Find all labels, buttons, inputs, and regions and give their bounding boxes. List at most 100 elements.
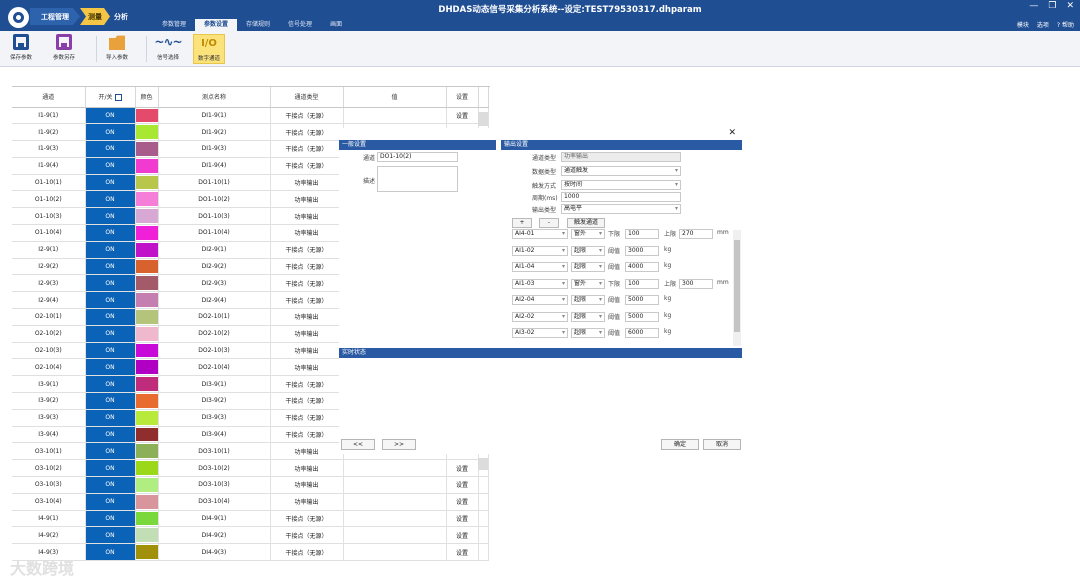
cell-settings[interactable]: 设置	[446, 493, 479, 511]
cell-toggle[interactable]: ON	[85, 476, 136, 494]
color-swatch[interactable]	[135, 545, 157, 560]
cell-toggle[interactable]: ON	[85, 291, 136, 310]
table-row[interactable]: I4-9(3) ON DI4-9(3) 干接点（无源） 设置	[12, 543, 489, 562]
color-swatch[interactable]	[135, 478, 157, 492]
rule-channel-select[interactable]: AI2-04	[512, 295, 568, 305]
rule-channel-select[interactable]: AI4-01	[512, 229, 568, 239]
cell-color[interactable]	[135, 241, 159, 259]
rule-mode-select[interactable]: 超限	[571, 311, 605, 322]
cell-channel-type[interactable]: 干接点（无源）	[270, 543, 344, 562]
cell-color[interactable]	[135, 409, 159, 427]
rule-mode-select[interactable]: 超限	[571, 245, 605, 256]
cell-toggle[interactable]: ON	[85, 493, 136, 511]
cell-color[interactable]	[135, 123, 159, 142]
cell-toggle[interactable]: ON	[85, 526, 136, 545]
color-swatch[interactable]	[135, 192, 157, 207]
cell-point-name[interactable]: DO3-10(3)	[158, 476, 271, 494]
color-swatch[interactable]	[135, 158, 157, 173]
cell-point-name[interactable]: DO1-10(1)	[158, 174, 271, 192]
rule-mode-select[interactable]: 超限	[571, 295, 605, 305]
rule-mode-select[interactable]: 超限	[571, 328, 605, 338]
cell-toggle[interactable]: ON	[85, 308, 136, 326]
col-header-toggle[interactable]: 开/关	[85, 87, 136, 108]
channel-field[interactable]: DO1-10(2)	[377, 152, 458, 162]
period-field[interactable]: 1000	[561, 192, 681, 202]
cell-color[interactable]	[135, 107, 159, 125]
digital-channel-button[interactable]: I/O 数字通道	[193, 34, 226, 64]
grid-scrollbar-thumb-lower[interactable]	[478, 458, 488, 470]
cell-channel-type[interactable]: 功率输出	[270, 476, 344, 494]
cell-settings[interactable]: 设置	[446, 526, 479, 545]
rule-limit1-field[interactable]: 5000	[625, 311, 659, 322]
next-page-button[interactable]: >>	[382, 439, 416, 450]
cell-toggle[interactable]: ON	[85, 459, 136, 478]
ok-button[interactable]: 确定	[661, 439, 699, 450]
cell-point-name[interactable]: DO2-10(1)	[158, 308, 271, 326]
cell-color[interactable]	[135, 442, 159, 461]
cell-channel-type[interactable]: 干接点（无源）	[270, 258, 344, 276]
cell-toggle[interactable]: ON	[85, 241, 136, 259]
color-swatch[interactable]	[135, 142, 157, 156]
color-swatch[interactable]	[135, 511, 157, 526]
cell-channel-type[interactable]: 功率输出	[270, 308, 344, 326]
color-swatch[interactable]	[135, 209, 157, 224]
step-analyze[interactable]: 分析	[108, 8, 134, 25]
cell-channel-type[interactable]: 功率输出	[270, 342, 344, 360]
save-as-params-button[interactable]: 参数另存	[53, 34, 75, 64]
cell-point-name[interactable]: DI1-9(2)	[158, 123, 271, 142]
tab-screen[interactable]: 画面	[321, 19, 351, 31]
cell-point-name[interactable]: DI1-9(1)	[158, 107, 271, 125]
color-swatch[interactable]	[135, 360, 157, 375]
rule-channel-select[interactable]: AI1-04	[512, 262, 568, 272]
cell-toggle[interactable]: ON	[85, 358, 136, 377]
cell-color[interactable]	[135, 274, 159, 293]
rule-channel-select[interactable]: AI1-03	[512, 278, 568, 289]
cell-point-name[interactable]: DI3-9(3)	[158, 409, 271, 427]
tab-param-settings[interactable]: 参数设置	[195, 19, 238, 31]
cell-toggle[interactable]: ON	[85, 174, 136, 192]
cell-color[interactable]	[135, 426, 159, 444]
table-row[interactable]: I4-9(2) ON DI4-9(2) 干接点（无源） 设置	[12, 526, 489, 545]
cell-channel-type[interactable]: 干接点（无源）	[270, 274, 344, 293]
cell-point-name[interactable]: DO3-10(2)	[158, 459, 271, 478]
cell-color[interactable]	[135, 543, 159, 562]
color-swatch[interactable]	[135, 310, 157, 324]
cell-channel-type[interactable]: 干接点（无源）	[270, 375, 344, 394]
cell-toggle[interactable]: ON	[85, 274, 136, 293]
cell-toggle[interactable]: ON	[85, 375, 136, 394]
cell-toggle[interactable]: ON	[85, 409, 136, 427]
cell-color[interactable]	[135, 207, 159, 226]
rule-mode-select[interactable]: 窗外	[571, 278, 605, 289]
cell-toggle[interactable]: ON	[85, 157, 136, 175]
cell-toggle[interactable]: ON	[85, 510, 136, 528]
cell-color[interactable]	[135, 308, 159, 326]
tab-signal-processing[interactable]: 信号处理	[279, 19, 321, 31]
prev-page-button[interactable]: <<	[341, 439, 375, 450]
rule-mode-select[interactable]: 超限	[571, 262, 605, 272]
cell-channel-type[interactable]: 功率输出	[270, 207, 344, 226]
save-params-button[interactable]: 保存参数	[10, 34, 32, 64]
color-swatch[interactable]	[135, 494, 157, 509]
cell-color[interactable]	[135, 526, 159, 545]
cell-channel-type[interactable]: 干接点（无源）	[270, 510, 344, 528]
tab-param-manage[interactable]: 参数管理	[153, 19, 195, 31]
cell-point-name[interactable]: DO3-10(4)	[158, 493, 271, 511]
cell-color[interactable]	[135, 190, 159, 209]
cell-color[interactable]	[135, 476, 159, 494]
cell-toggle[interactable]: ON	[85, 123, 136, 142]
cell-channel-type[interactable]: 功率输出	[270, 358, 344, 377]
rules-scrollbar-thumb[interactable]	[734, 240, 740, 332]
rule-limit1-field[interactable]: 3000	[625, 245, 659, 256]
color-swatch[interactable]	[135, 528, 157, 543]
cell-color[interactable]	[135, 157, 159, 175]
rule-channel-select[interactable]: AI2-02	[512, 311, 568, 322]
grid-scrollbar-thumb[interactable]	[478, 112, 488, 126]
color-swatch[interactable]	[135, 226, 157, 240]
cell-point-name[interactable]: DO2-10(2)	[158, 325, 271, 343]
cell-point-name[interactable]: DO2-10(4)	[158, 358, 271, 377]
cell-color[interactable]	[135, 358, 159, 377]
cancel-button[interactable]: 取消	[703, 439, 741, 450]
output-type-select[interactable]: 高电平	[561, 204, 681, 214]
table-row[interactable]: O3-10(4) ON DO3-10(4) 功率输出 设置	[12, 493, 489, 511]
cell-color[interactable]	[135, 174, 159, 192]
